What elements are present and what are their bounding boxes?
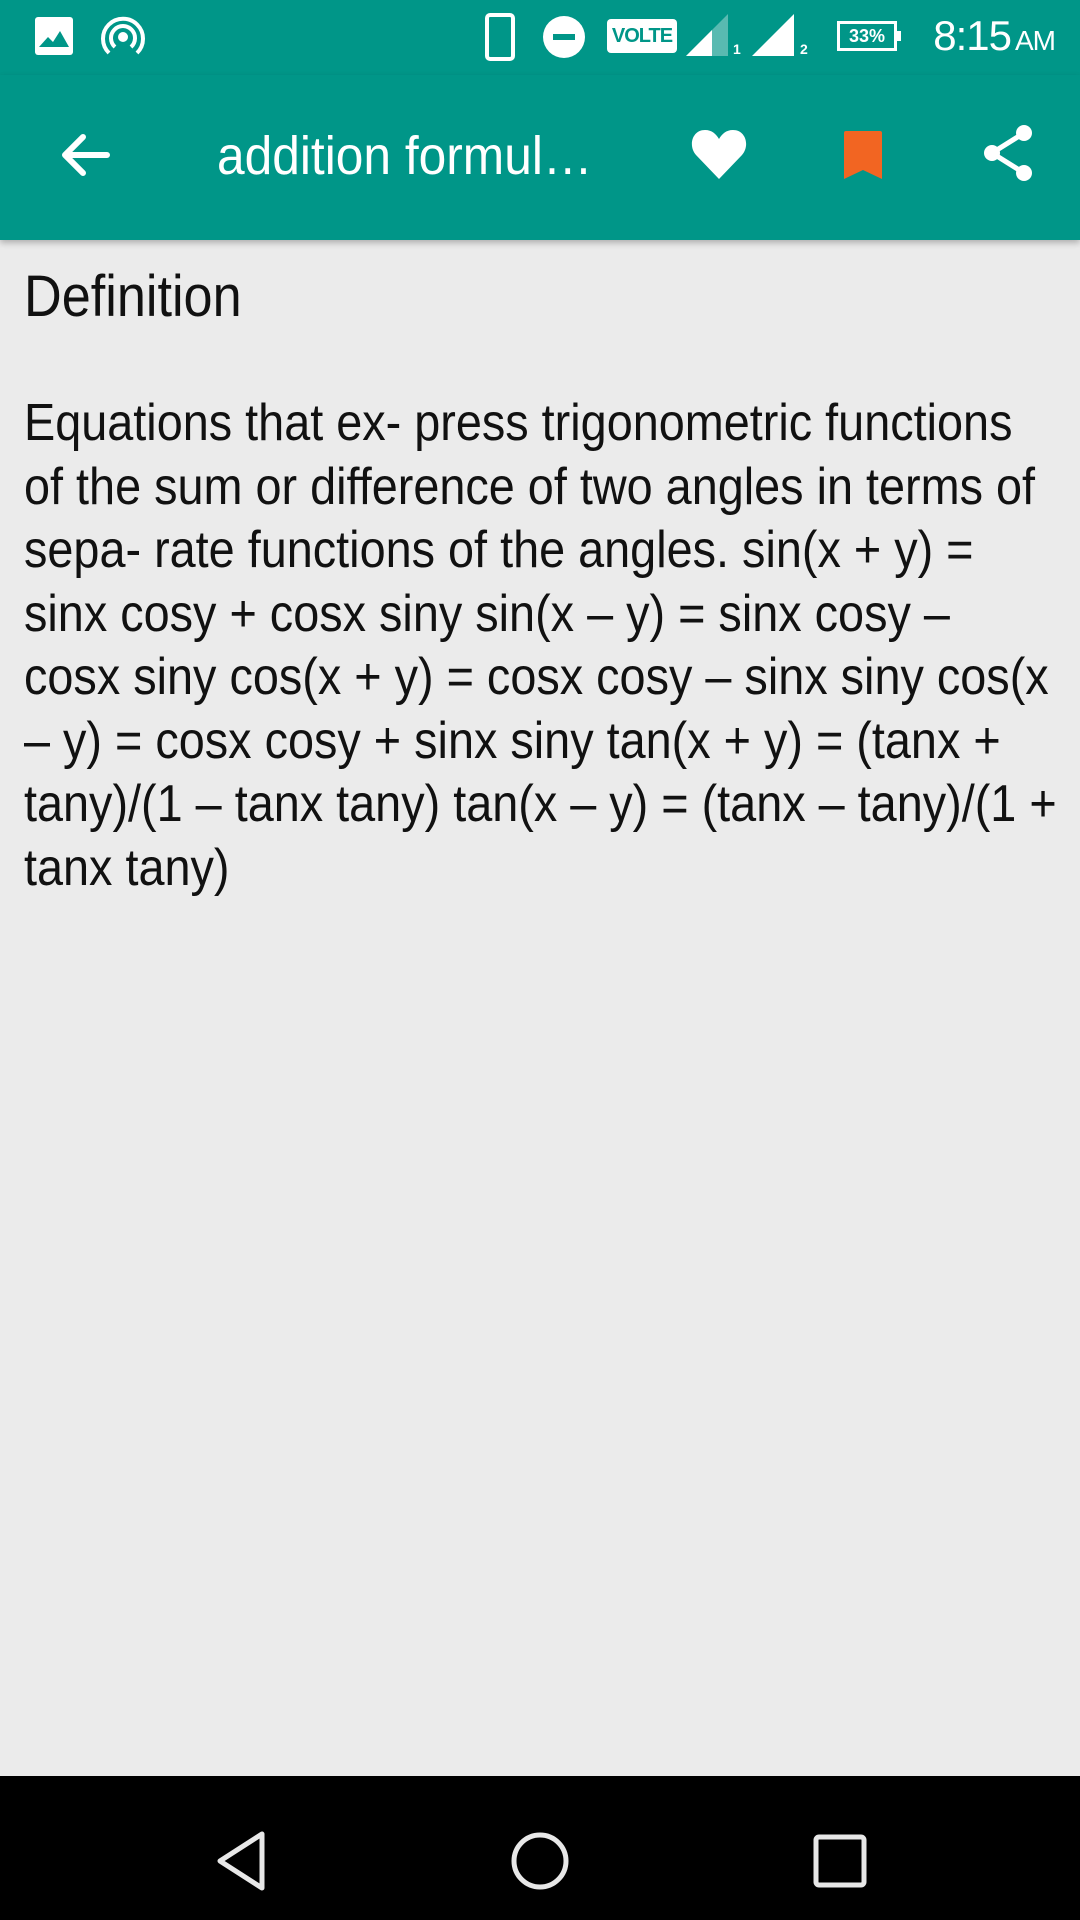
sim2-label: 2 [800, 41, 808, 57]
definition-text: Equations that ex- press trigonometric f… [24, 394, 1057, 897]
navigation-bar [0, 1776, 1080, 1920]
nav-home-icon[interactable] [510, 1831, 570, 1891]
nav-recents-icon[interactable] [813, 1834, 867, 1888]
section-heading: Definition [24, 264, 242, 329]
favorite-heart-icon[interactable] [690, 127, 748, 181]
content-area: Definition Equations that ex- press trig… [0, 240, 1080, 1776]
clock: 8:15 AM [933, 12, 1056, 60]
app-bar: addition formulas [0, 75, 1080, 240]
status-bar: VOLTE 1 2 33% 8:15 AM [0, 0, 1080, 75]
volte-badge: VOLTE [607, 19, 677, 53]
share-icon[interactable] [978, 123, 1038, 183]
sim1-label: 1 [733, 41, 741, 57]
bookmark-icon[interactable] [842, 130, 884, 180]
battery-icon: 33% [837, 21, 901, 51]
phone-icon [485, 13, 515, 61]
clock-time: 8:15 [933, 12, 1012, 59]
do-not-disturb-icon [543, 16, 585, 58]
back-arrow-icon[interactable] [55, 125, 115, 185]
hotspot-icon [101, 16, 145, 55]
gallery-icon [35, 17, 73, 55]
page-title: addition formulas [217, 126, 595, 186]
nav-back-icon[interactable] [210, 1831, 270, 1891]
signal-sim2-icon [752, 14, 794, 56]
signal-sim1-icon [686, 14, 728, 56]
clock-ampm: AM [1015, 25, 1056, 56]
